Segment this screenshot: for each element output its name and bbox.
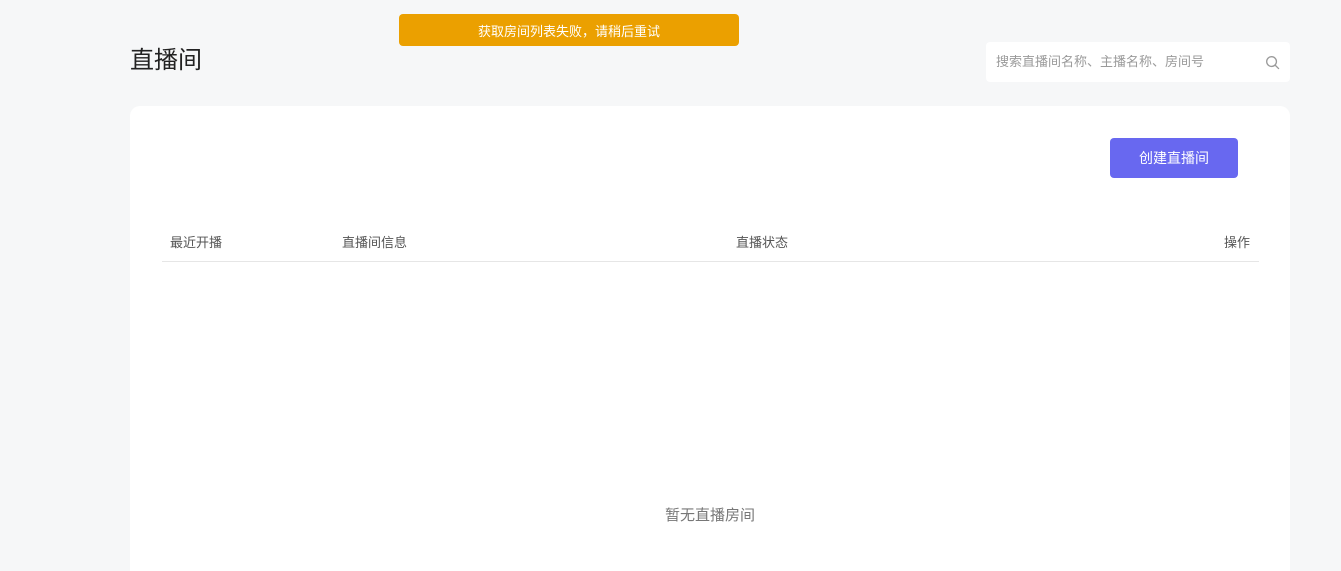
table-header: 最近开播 直播间信息 直播状态 操作 (162, 220, 1259, 262)
empty-state-text: 暂无直播房间 (664, 506, 755, 524)
search-box[interactable] (986, 42, 1290, 82)
error-toast: 获取房间列表失败，请稍后重试 (399, 14, 739, 46)
error-toast-message: 获取房间列表失败，请稍后重试 (477, 24, 660, 40)
column-header-recent-live: 最近开播 (170, 236, 223, 251)
column-header-live-status: 直播状态 (736, 236, 789, 251)
search-icon[interactable] (1264, 54, 1280, 70)
page: 获取房间列表失败，请稍后重试 直播间 创建直播间 最近开播 直播间信息 直播状态… (0, 0, 1341, 571)
column-header-room-info: 直播间信息 (342, 236, 408, 251)
create-room-button[interactable]: 创建直播间 (1110, 138, 1238, 178)
page-title: 直播间 (130, 46, 202, 74)
room-list-card: 创建直播间 最近开播 直播间信息 直播状态 操作 暂无直播房间 (130, 106, 1290, 571)
search-input[interactable] (996, 54, 1264, 70)
column-header-actions: 操作 (1223, 236, 1250, 251)
